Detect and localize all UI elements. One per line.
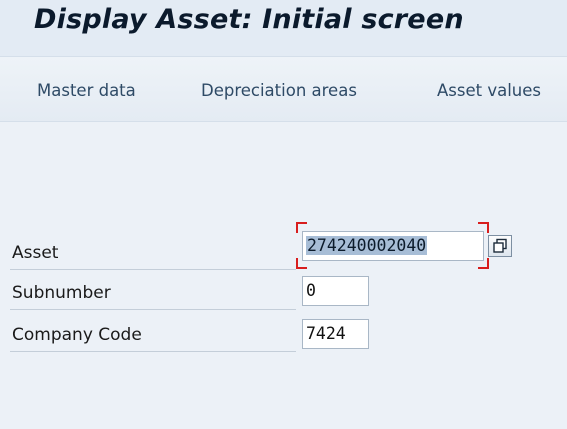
asset-number-value: 274240002040 (306, 236, 428, 255)
application-toolbar: Master data Depreciation areas Asset val… (0, 56, 567, 122)
company-code-label-divider (10, 351, 296, 352)
form-area (0, 122, 567, 429)
master-data-button[interactable]: Master data (37, 81, 136, 100)
page-title: Display Asset: Initial screen (34, 4, 464, 35)
title-bar: Display Asset: Initial screen (0, 0, 567, 56)
company-code-label: Company Code (12, 325, 142, 345)
subnumber-input[interactable]: 0 (302, 276, 369, 306)
asset-label-divider (10, 269, 296, 270)
asset-values-button[interactable]: Asset values (437, 81, 541, 100)
subnumber-label: Subnumber (12, 283, 111, 303)
asset-label: Asset (12, 243, 59, 263)
copy-windows-icon[interactable] (488, 235, 512, 257)
subnumber-label-divider (10, 309, 296, 310)
asset-number-input[interactable]: 274240002040 (302, 231, 484, 261)
company-code-input[interactable]: 7424 (302, 319, 369, 349)
depreciation-areas-button[interactable]: Depreciation areas (201, 81, 357, 100)
